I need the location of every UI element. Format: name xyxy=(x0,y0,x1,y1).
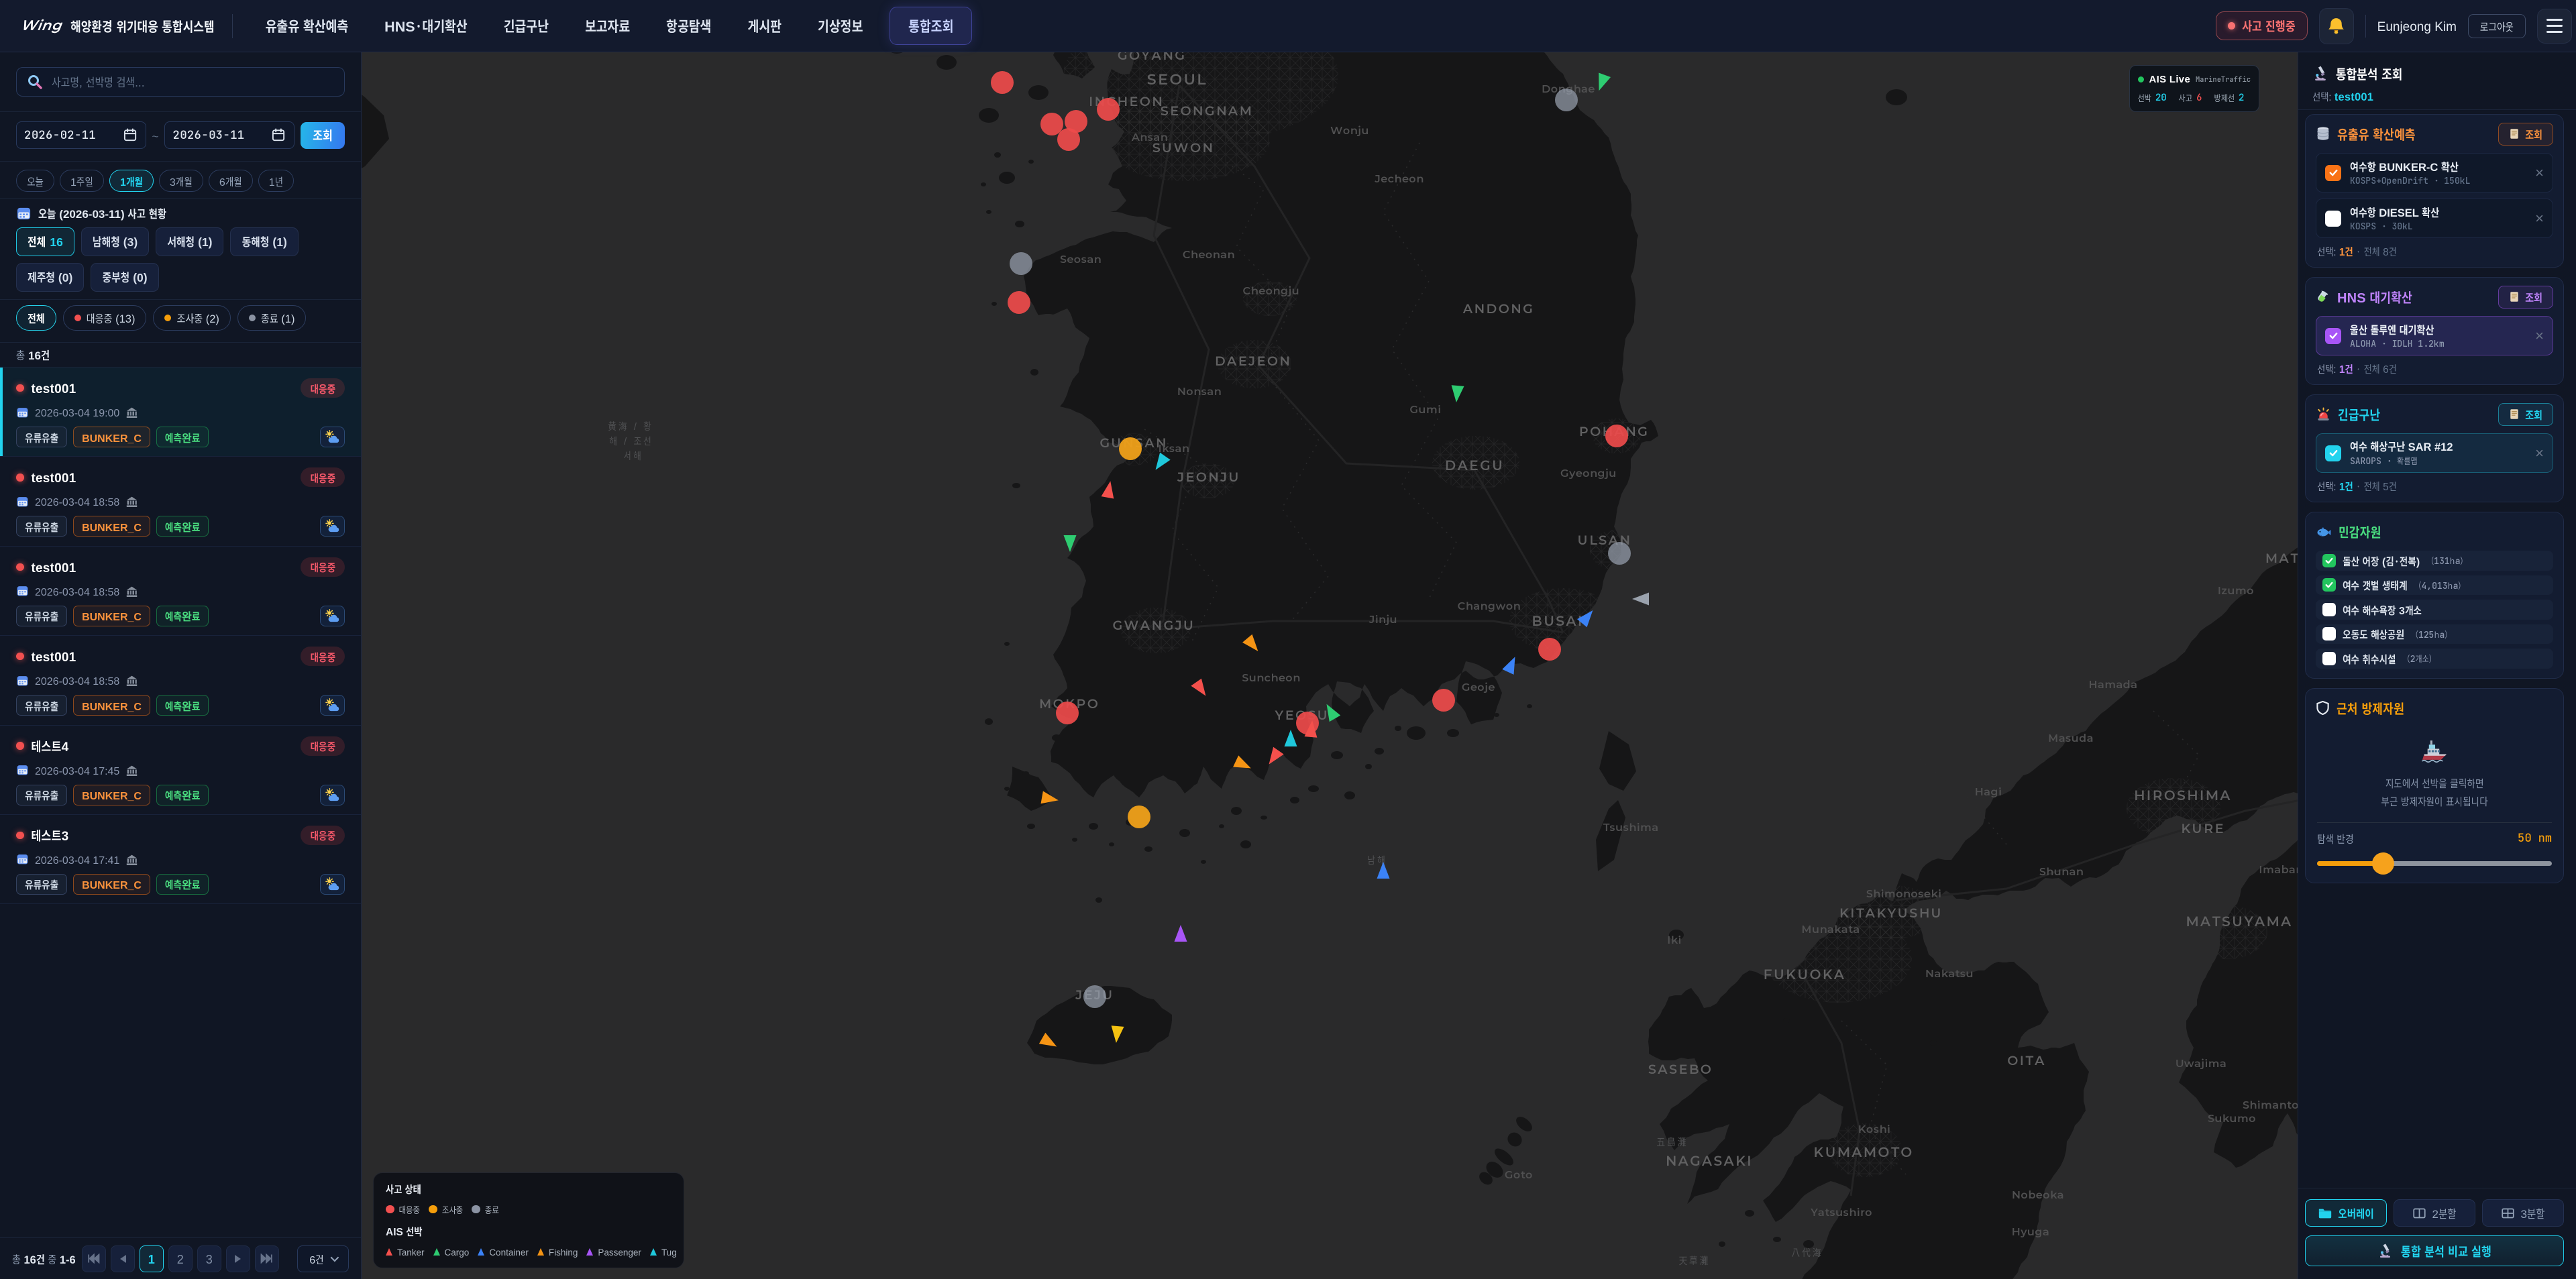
svg-text:Geoje: Geoje xyxy=(1462,681,1495,694)
svg-text:Koshi: Koshi xyxy=(1858,1123,1890,1136)
svg-text:MATSUE: MATSUE xyxy=(2265,551,2298,566)
svg-text:GOYANG: GOYANG xyxy=(1118,52,1187,63)
svg-text:서해: 서해 xyxy=(623,449,643,463)
svg-text:Nobeoka: Nobeoka xyxy=(2012,1189,2064,1202)
svg-text:Hamada: Hamada xyxy=(2089,679,2138,691)
svg-text:Tsushima: Tsushima xyxy=(1603,822,1658,834)
svg-text:Uwajima: Uwajima xyxy=(2176,1058,2226,1070)
svg-text:KURE: KURE xyxy=(2181,821,2224,836)
svg-text:DAEGU: DAEGU xyxy=(1445,458,1505,474)
svg-text:OITA: OITA xyxy=(2007,1053,2046,1068)
svg-text:Wonju: Wonju xyxy=(1330,125,1369,137)
svg-text:Cheongju: Cheongju xyxy=(1243,285,1299,298)
svg-text:Goto: Goto xyxy=(1505,1169,1533,1182)
svg-text:KUMAMOTO: KUMAMOTO xyxy=(1813,1145,1913,1161)
svg-text:五島灘: 五島灘 xyxy=(1656,1135,1688,1149)
svg-text:FUKUOKA: FUKUOKA xyxy=(1764,967,1846,983)
svg-text:天草灘: 天草灘 xyxy=(1678,1254,1710,1268)
svg-text:HIROSHIMA: HIROSHIMA xyxy=(2134,788,2232,804)
svg-text:Hagi: Hagi xyxy=(1975,786,2002,799)
svg-text:Shimanto: Shimanto xyxy=(2243,1099,2298,1112)
svg-text:Shunan: Shunan xyxy=(2039,866,2084,879)
svg-text:MATSUYAMA: MATSUYAMA xyxy=(2186,914,2292,930)
svg-text:Imabari: Imabari xyxy=(2259,864,2298,877)
svg-text:Shimonoseki: Shimonoseki xyxy=(1866,888,1942,901)
svg-text:DAEJEON: DAEJEON xyxy=(1215,353,1291,369)
svg-text:SEOUL: SEOUL xyxy=(1147,70,1208,89)
svg-text:Gyeongju: Gyeongju xyxy=(1560,467,1617,480)
svg-text:SEONGNAM: SEONGNAM xyxy=(1161,103,1254,119)
svg-text:Munakata: Munakata xyxy=(1801,924,1860,936)
svg-text:Masuda: Masuda xyxy=(2048,732,2094,745)
svg-text:Nonsan: Nonsan xyxy=(1177,386,1222,398)
svg-text:Nakatsu: Nakatsu xyxy=(1925,968,1974,981)
svg-text:해 / 조선: 해 / 조선 xyxy=(609,434,653,448)
svg-text:Gumi: Gumi xyxy=(1410,404,1442,416)
svg-text:八代海: 八代海 xyxy=(1791,1245,1823,1260)
svg-text:Suncheon: Suncheon xyxy=(1242,672,1300,685)
svg-text:Sukumo: Sukumo xyxy=(2208,1113,2256,1125)
svg-text:ANDONG: ANDONG xyxy=(1462,301,1534,317)
svg-text:Jecheon: Jecheon xyxy=(1374,173,1424,186)
svg-text:SASEBO: SASEBO xyxy=(1648,1062,1713,1077)
svg-text:Izumo: Izumo xyxy=(2218,585,2254,598)
svg-text:Ansan: Ansan xyxy=(1131,131,1168,144)
svg-text:Changwon: Changwon xyxy=(1458,600,1521,613)
svg-text:Hyuga: Hyuga xyxy=(2012,1226,2049,1239)
svg-text:JEONJU: JEONJU xyxy=(1177,469,1240,485)
svg-text:GWANGJU: GWANGJU xyxy=(1112,618,1195,633)
svg-text:黄海 / 황: 黄海 / 황 xyxy=(608,419,653,433)
svg-text:Yatsushiro: Yatsushiro xyxy=(1810,1207,1872,1219)
svg-text:Jinju: Jinju xyxy=(1368,614,1397,626)
svg-text:Seosan: Seosan xyxy=(1060,254,1102,266)
svg-text:KITAKYUSHU: KITAKYUSHU xyxy=(1839,905,1943,921)
svg-text:NAGASAKI: NAGASAKI xyxy=(1666,1154,1753,1170)
svg-text:Iksan: Iksan xyxy=(1159,443,1190,455)
svg-text:Cheonan: Cheonan xyxy=(1183,249,1235,262)
svg-text:Iki: Iki xyxy=(1667,934,1681,947)
